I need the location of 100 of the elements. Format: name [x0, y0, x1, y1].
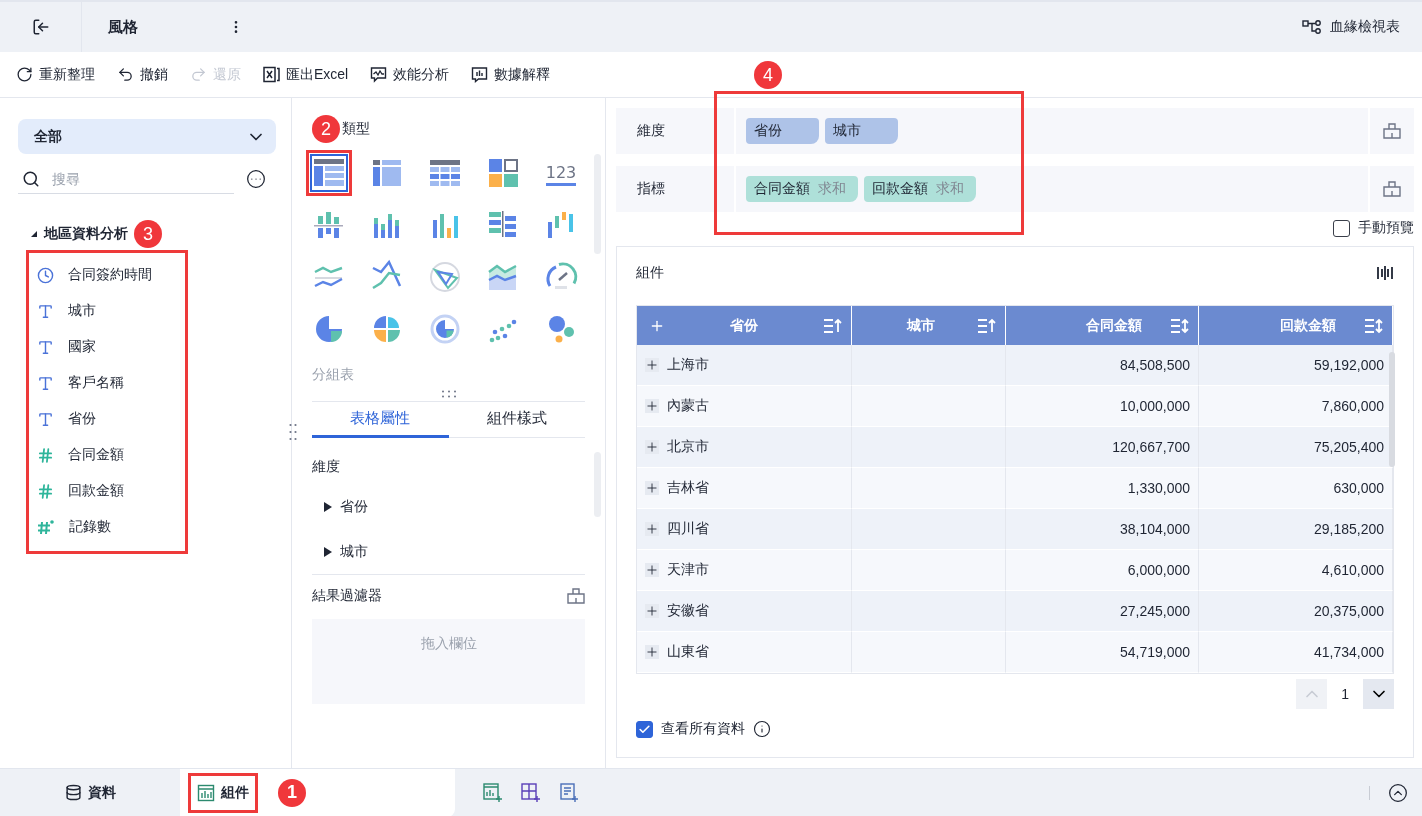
shelf-label: 指標 — [616, 166, 736, 212]
checkbox-label[interactable]: 手動預覽 — [1358, 219, 1414, 237]
info-icon[interactable] — [753, 720, 771, 738]
text-type-icon — [37, 302, 54, 320]
table-cell: 天津市 — [667, 561, 709, 579]
expand-icon[interactable] — [645, 563, 659, 577]
count-icon — [37, 518, 55, 536]
field-chip[interactable]: 回款金額 求和 — [864, 176, 976, 202]
clock-icon — [37, 266, 54, 284]
table-cell: 630,000 — [1333, 480, 1384, 496]
section-title: 類型 — [342, 120, 370, 138]
checkbox-label[interactable]: 查看所有資料 — [661, 720, 745, 738]
add-layout-icon[interactable] — [521, 782, 541, 803]
toolbar-button[interactable]: 匯出Excel — [263, 65, 349, 84]
expand-icon[interactable] — [645, 645, 659, 659]
checkbox[interactable] — [636, 720, 653, 738]
chart-comment-icon — [471, 66, 489, 83]
table-cell: 75,205,400 — [1313, 439, 1384, 455]
table-cell: 內蒙古 — [667, 397, 709, 415]
refresh-icon — [16, 66, 33, 83]
table-cell: 41,734,000 — [1313, 644, 1384, 660]
table-cell: 59,192,000 — [1313, 357, 1384, 373]
more-options-icon[interactable] — [246, 169, 266, 189]
expand-triangle-icon[interactable] — [324, 501, 332, 512]
panel-tab[interactable]: 表格屬性 — [312, 402, 449, 438]
field-item[interactable]: 城市 — [68, 302, 96, 320]
field-chip[interactable]: 城市 — [825, 118, 898, 144]
widget-title: 組件 — [636, 264, 664, 282]
table-cell: 吉林省 — [667, 479, 709, 497]
chart-type-name: 分組表 — [312, 366, 355, 384]
table-cell: 10,000,000 — [1119, 398, 1190, 414]
table-cell: 6,000,000 — [1127, 562, 1190, 578]
table-cell: 29,185,200 — [1313, 521, 1384, 537]
spreadsheet-icon — [263, 66, 280, 83]
toolbar-button[interactable]: 數據解釋 — [471, 65, 551, 84]
bottom-tab[interactable]: 資料 — [0, 768, 180, 816]
panel-tab[interactable]: 組件樣式 — [448, 402, 585, 438]
field-item[interactable]: 合同金額 — [68, 446, 124, 464]
chart-monitor-icon — [370, 66, 388, 83]
shelf-label: 維度 — [616, 108, 736, 154]
expand-icon[interactable] — [645, 399, 659, 413]
table-cell: 54,719,000 — [1119, 644, 1190, 660]
lineage-button[interactable]: 血緣檢視表 — [1302, 18, 1400, 36]
scope-dropdown[interactable]: 全部 — [18, 119, 276, 154]
number-icon — [37, 446, 54, 464]
toolbar-button[interactable]: 重新整理 — [16, 65, 95, 84]
toolbar-button[interactable]: 效能分析 — [370, 65, 450, 84]
table-cell: 1,330,000 — [1127, 480, 1190, 496]
report-title: 風格 — [108, 17, 138, 37]
sort-ascending-icon — [823, 317, 843, 334]
table-cell: 北京市 — [667, 438, 709, 456]
number-icon — [37, 482, 54, 500]
exit-icon[interactable] — [31, 18, 50, 36]
chart-type-button[interactable] — [306, 150, 352, 196]
expand-icon[interactable] — [645, 358, 659, 372]
search-field[interactable]: 搜尋 — [50, 169, 200, 188]
field-item[interactable]: 記錄數 — [69, 518, 111, 536]
field-chip[interactable]: 省份 — [746, 118, 819, 144]
table-cell: 84,508,500 — [1119, 357, 1190, 373]
toolbar-button[interactable]: 撤銷 — [117, 65, 168, 84]
filter-slot-icon — [567, 588, 585, 604]
table-cell: 120,667,700 — [1112, 439, 1190, 455]
callout-badge: 3 — [134, 220, 162, 248]
sort-ascending-icon — [977, 317, 997, 334]
expand-icon[interactable] — [645, 522, 659, 536]
database-icon — [64, 784, 82, 801]
dimension-item[interactable]: 城市 — [340, 542, 368, 561]
table-cell: 上海市 — [667, 356, 709, 374]
resize-handle-icon[interactable] — [289, 423, 297, 441]
next-page-button[interactable] — [1363, 679, 1394, 709]
sort-icon — [1364, 317, 1384, 334]
scrollbar[interactable] — [1389, 352, 1395, 467]
field-item[interactable]: 客戶名稱 — [68, 374, 124, 392]
field-item[interactable]: 合同簽約時間 — [68, 266, 152, 284]
callout-badge: 4 — [754, 61, 782, 89]
expand-icon[interactable] — [645, 481, 659, 495]
expand-triangle-icon[interactable] — [324, 546, 332, 557]
table-cell: 安徽省 — [667, 602, 709, 620]
add-text-icon[interactable] — [559, 782, 579, 803]
undo-icon — [117, 66, 134, 83]
table-cell: 38,104,000 — [1119, 521, 1190, 537]
expand-icon[interactable] — [645, 604, 659, 618]
table-cell: 山東省 — [667, 643, 709, 661]
bottom-tab[interactable]: 組件 1 — [180, 768, 455, 816]
dataset-name[interactable]: 地區資料分析 — [44, 225, 128, 243]
field-item[interactable]: 回款金額 — [68, 482, 124, 500]
add-chart-icon[interactable] — [483, 782, 503, 803]
text-type-icon — [37, 410, 54, 428]
table-cell: 4,610,000 — [1321, 562, 1384, 578]
text-type-icon — [37, 338, 54, 356]
dimension-item[interactable]: 省份 — [340, 497, 368, 516]
field-item[interactable]: 國家 — [68, 338, 96, 356]
field-chip[interactable]: 合同金額 求和 — [746, 176, 858, 202]
collapse-triangle-icon[interactable] — [30, 230, 38, 238]
check-icon — [638, 722, 651, 736]
column-settings-icon[interactable] — [1376, 265, 1394, 281]
checkbox[interactable] — [1333, 219, 1350, 237]
field-item[interactable]: 省份 — [68, 410, 96, 428]
collapse-icon[interactable] — [1388, 782, 1408, 803]
expand-icon[interactable] — [645, 440, 659, 454]
